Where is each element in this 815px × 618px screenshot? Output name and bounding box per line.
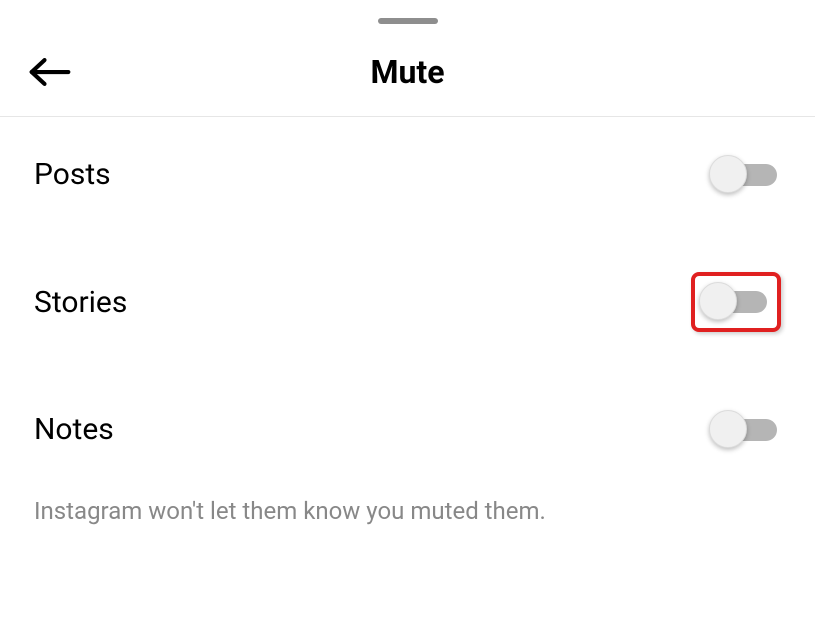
footer-info-text: Instagram won't let them know you muted …: [0, 487, 815, 525]
setting-label-notes: Notes: [34, 412, 114, 447]
highlight-annotation: [691, 272, 781, 332]
toggle-notes[interactable]: [709, 416, 781, 444]
setting-label-posts: Posts: [34, 157, 111, 192]
setting-row-posts: Posts: [34, 117, 781, 232]
setting-row-stories: Stories: [34, 232, 781, 372]
toggle-stories[interactable]: [699, 288, 771, 316]
page-title: Mute: [370, 53, 444, 91]
settings-list: Posts Stories Notes: [0, 117, 815, 487]
toggle-posts[interactable]: [709, 161, 781, 189]
toggle-knob: [709, 410, 747, 448]
setting-label-stories: Stories: [34, 285, 127, 320]
back-arrow-icon[interactable]: [28, 52, 78, 92]
toggle-knob: [709, 155, 747, 193]
toggle-knob: [699, 282, 737, 320]
header: Mute: [0, 24, 815, 117]
setting-row-notes: Notes: [34, 372, 781, 487]
